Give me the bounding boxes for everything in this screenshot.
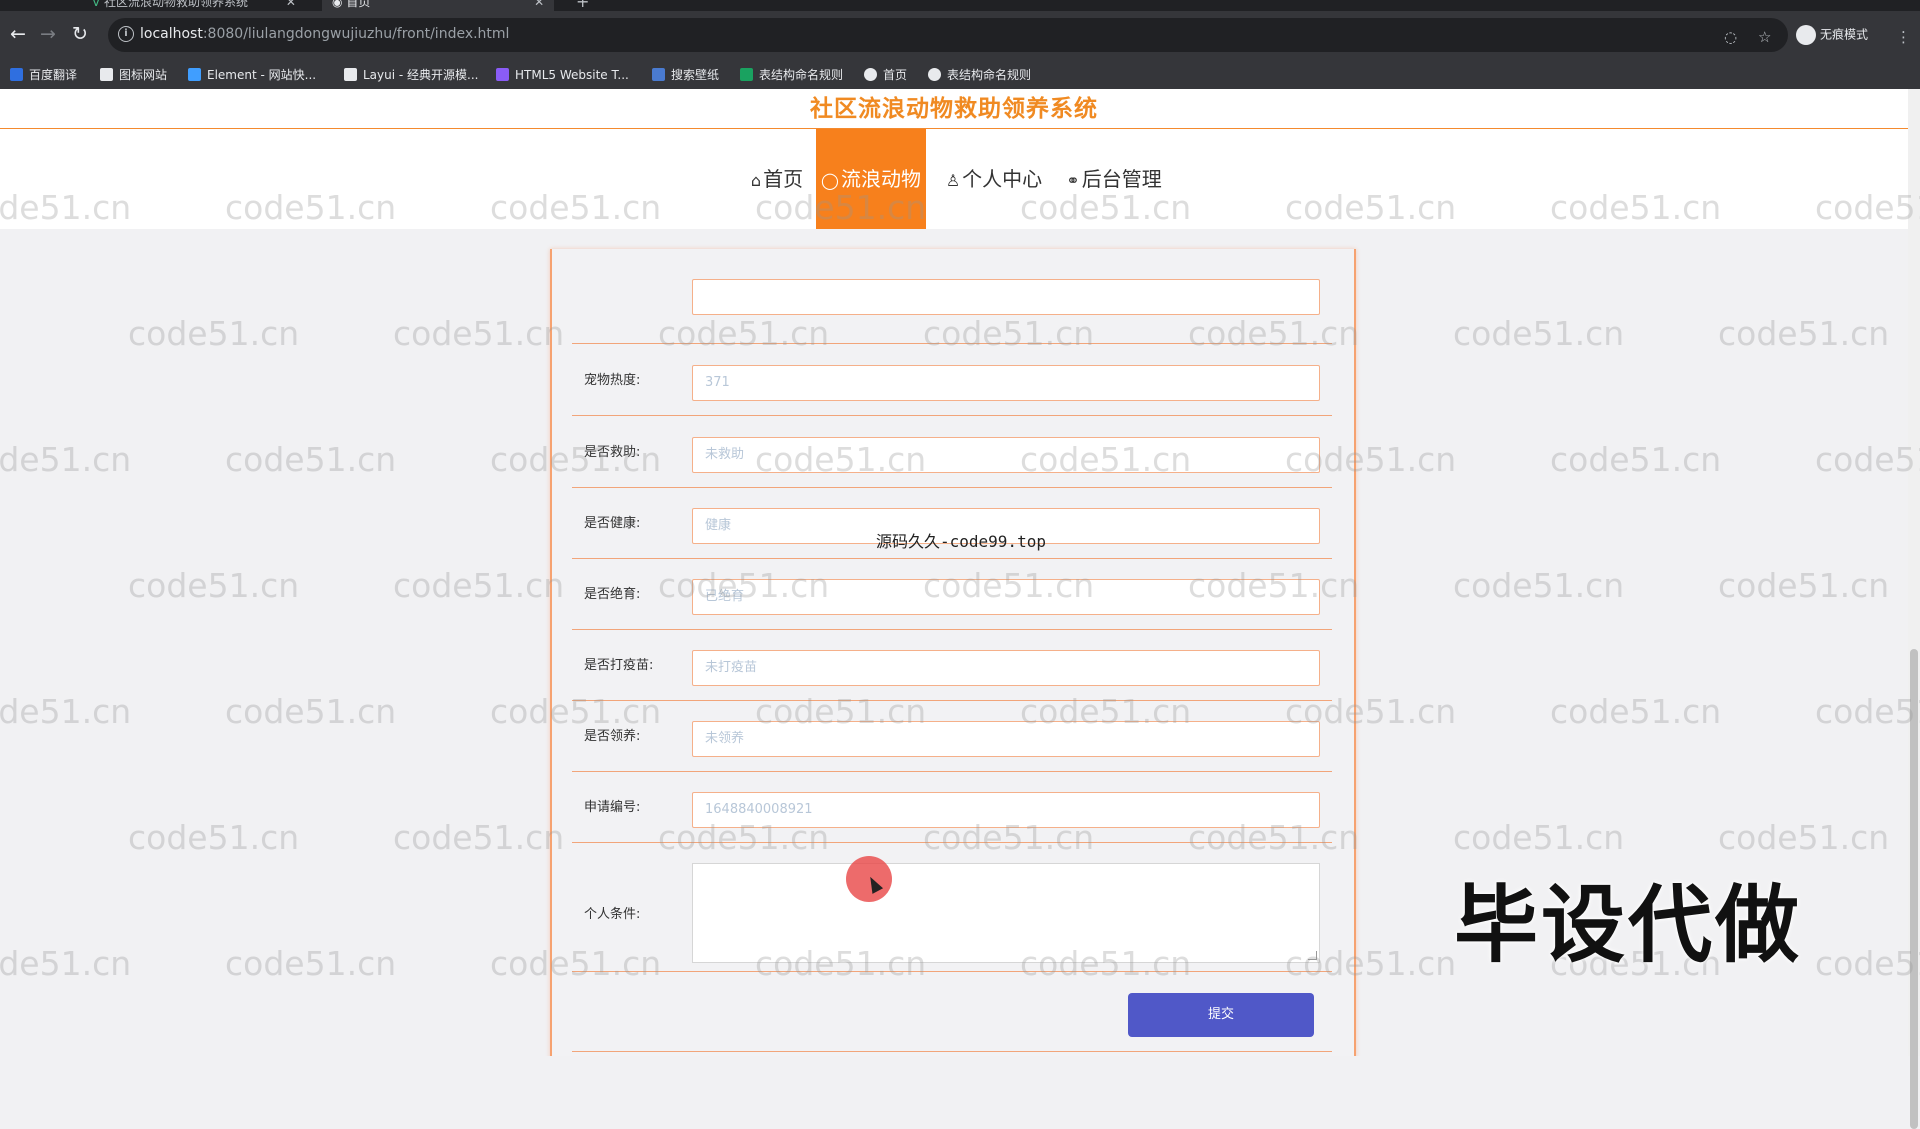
field-label: 是否打疫苗: — [584, 658, 654, 673]
site-title: 社区流浪动物救助领养系统 — [810, 96, 1098, 122]
row-divider — [572, 415, 1332, 416]
site-info-icon[interactable]: i — [118, 26, 134, 42]
bookmark-item[interactable]: Element - 网站快... — [188, 67, 316, 83]
nav-item-home[interactable]: ⌂ 首页 — [736, 129, 818, 229]
star-icon[interactable]: ☆ — [1758, 28, 1771, 46]
main-nav: ⌂ 首页 ◯ 流浪动物 ♙ 个人中心 ⚭ 后台管理 — [0, 129, 1908, 229]
paw-icon: ◯ — [821, 171, 839, 190]
close-tab-icon[interactable]: ✕ — [534, 0, 544, 9]
reload-icon[interactable]: ↻ — [72, 24, 88, 44]
site-header: 社区流浪动物救助领养系统 — [0, 89, 1908, 129]
html5-icon — [496, 68, 509, 81]
layui-icon — [344, 68, 357, 81]
personal-conditions-textarea[interactable] — [692, 863, 1320, 963]
edit-form: 宠物热度: 371 是否救助: 未救助 是否健康: 健康 是否绝育: 已绝育 是… — [550, 249, 1356, 1056]
resize-grip-icon[interactable] — [1308, 951, 1317, 960]
vaccinated-input[interactable]: 未打疫苗 — [692, 650, 1320, 686]
translate-icon — [10, 68, 23, 81]
bookmark-item[interactable]: 图标网站 — [100, 67, 167, 83]
row-divider — [572, 343, 1332, 344]
row-divider — [572, 629, 1332, 630]
back-icon[interactable]: ← — [10, 24, 26, 44]
row-divider — [572, 700, 1332, 701]
globe-icon — [864, 68, 877, 81]
sterilized-input[interactable]: 已绝育 — [692, 579, 1320, 615]
incognito-indicator[interactable]: 无痕模式 — [1796, 25, 1868, 45]
bookmark-item[interactable]: 表结构命名规则 — [928, 67, 1031, 83]
field-label: 宠物热度: — [584, 373, 641, 388]
browser-tab-2[interactable]: ◉ 首页 ✕ — [322, 0, 555, 11]
user-icon: ♙ — [945, 171, 961, 190]
field-label: 个人条件: — [584, 907, 641, 922]
bookmark-item[interactable]: 百度翻译 — [10, 67, 77, 83]
bookmark-item[interactable]: 搜索壁纸 — [652, 67, 719, 83]
overlay-banner: 毕设代做 — [1454, 876, 1803, 974]
row-divider — [572, 558, 1332, 559]
new-tab-icon[interactable]: + — [576, 0, 589, 11]
bookmark-item[interactable]: 表结构命名规则 — [740, 67, 843, 83]
scrollbar-thumb[interactable] — [1910, 649, 1918, 1129]
browser-tab-1[interactable]: V 社区流浪动物救助领养系统 ✕ — [92, 0, 296, 11]
field-label: 是否领养: — [584, 729, 641, 744]
element-icon — [188, 68, 201, 81]
adopted-input[interactable]: 未领养 — [692, 721, 1320, 757]
nav-item-stray-animals[interactable]: ◯ 流浪动物 — [816, 129, 926, 229]
nav-item-admin[interactable]: ⚭ 后台管理 — [1060, 129, 1168, 229]
popularity-input[interactable]: 371 — [692, 365, 1320, 401]
bookmark-item[interactable]: 首页 — [864, 67, 907, 83]
vue-icon: V — [92, 0, 101, 9]
row-divider — [572, 771, 1332, 772]
link-icon: ⚭ — [1066, 171, 1080, 190]
address-bar: ← → ↻ i localhost:8080/liulangdongwujiuz… — [0, 11, 1920, 63]
home-icon: ⌂ — [750, 171, 762, 190]
tab-title: 社区流浪动物救助领养系统 — [104, 0, 249, 9]
application-number-input[interactable]: 1648840008921 — [692, 792, 1320, 828]
globe-icon: ◉ — [332, 0, 343, 9]
field-label: 申请编号: — [584, 800, 641, 815]
overlay-caption: 源码久久-code99.top — [876, 532, 1046, 551]
nav-item-personal-center[interactable]: ♙ 个人中心 — [940, 129, 1048, 229]
bookmark-item[interactable]: Layui - 经典开源模... — [344, 67, 478, 83]
bookmark-item[interactable]: HTML5 Website T... — [496, 67, 629, 83]
globe-icon — [928, 68, 941, 81]
field-label: 是否健康: — [584, 516, 641, 531]
row-divider — [572, 487, 1332, 488]
field-label: 是否救助: — [584, 445, 641, 460]
url-text: localhost:8080/liulangdongwujiuzhu/front… — [140, 26, 510, 42]
row-divider — [572, 842, 1332, 843]
sheet-icon — [740, 68, 753, 81]
forward-icon[interactable]: → — [40, 24, 56, 44]
incognito-icon — [1796, 25, 1816, 45]
wallpaper-icon — [652, 68, 665, 81]
flag-icon — [100, 68, 113, 81]
browser-tabstrip: V 社区流浪动物救助领养系统 ✕ ◉ 首页 ✕ + — [0, 0, 1920, 11]
submit-button[interactable]: 提交 — [1128, 993, 1314, 1037]
row-divider — [572, 1051, 1332, 1052]
partial-field[interactable] — [692, 279, 1320, 315]
rescued-input[interactable]: 未救助 — [692, 437, 1320, 473]
menu-icon[interactable]: ⋮ — [1896, 28, 1911, 46]
row-divider — [572, 971, 1332, 972]
eye-off-icon[interactable]: ◌ — [1724, 28, 1737, 46]
tab-title: 首页 — [346, 0, 371, 9]
field-label: 是否绝育: — [584, 587, 641, 602]
url-input[interactable]: i localhost:8080/liulangdongwujiuzhu/fro… — [108, 18, 1788, 52]
close-tab-icon[interactable]: ✕ — [286, 0, 296, 9]
bookmarks-bar: 百度翻译 图标网站 Element - 网站快... Layui - 经典开源模… — [0, 63, 1920, 89]
page-scrollbar[interactable] — [1908, 89, 1920, 1129]
